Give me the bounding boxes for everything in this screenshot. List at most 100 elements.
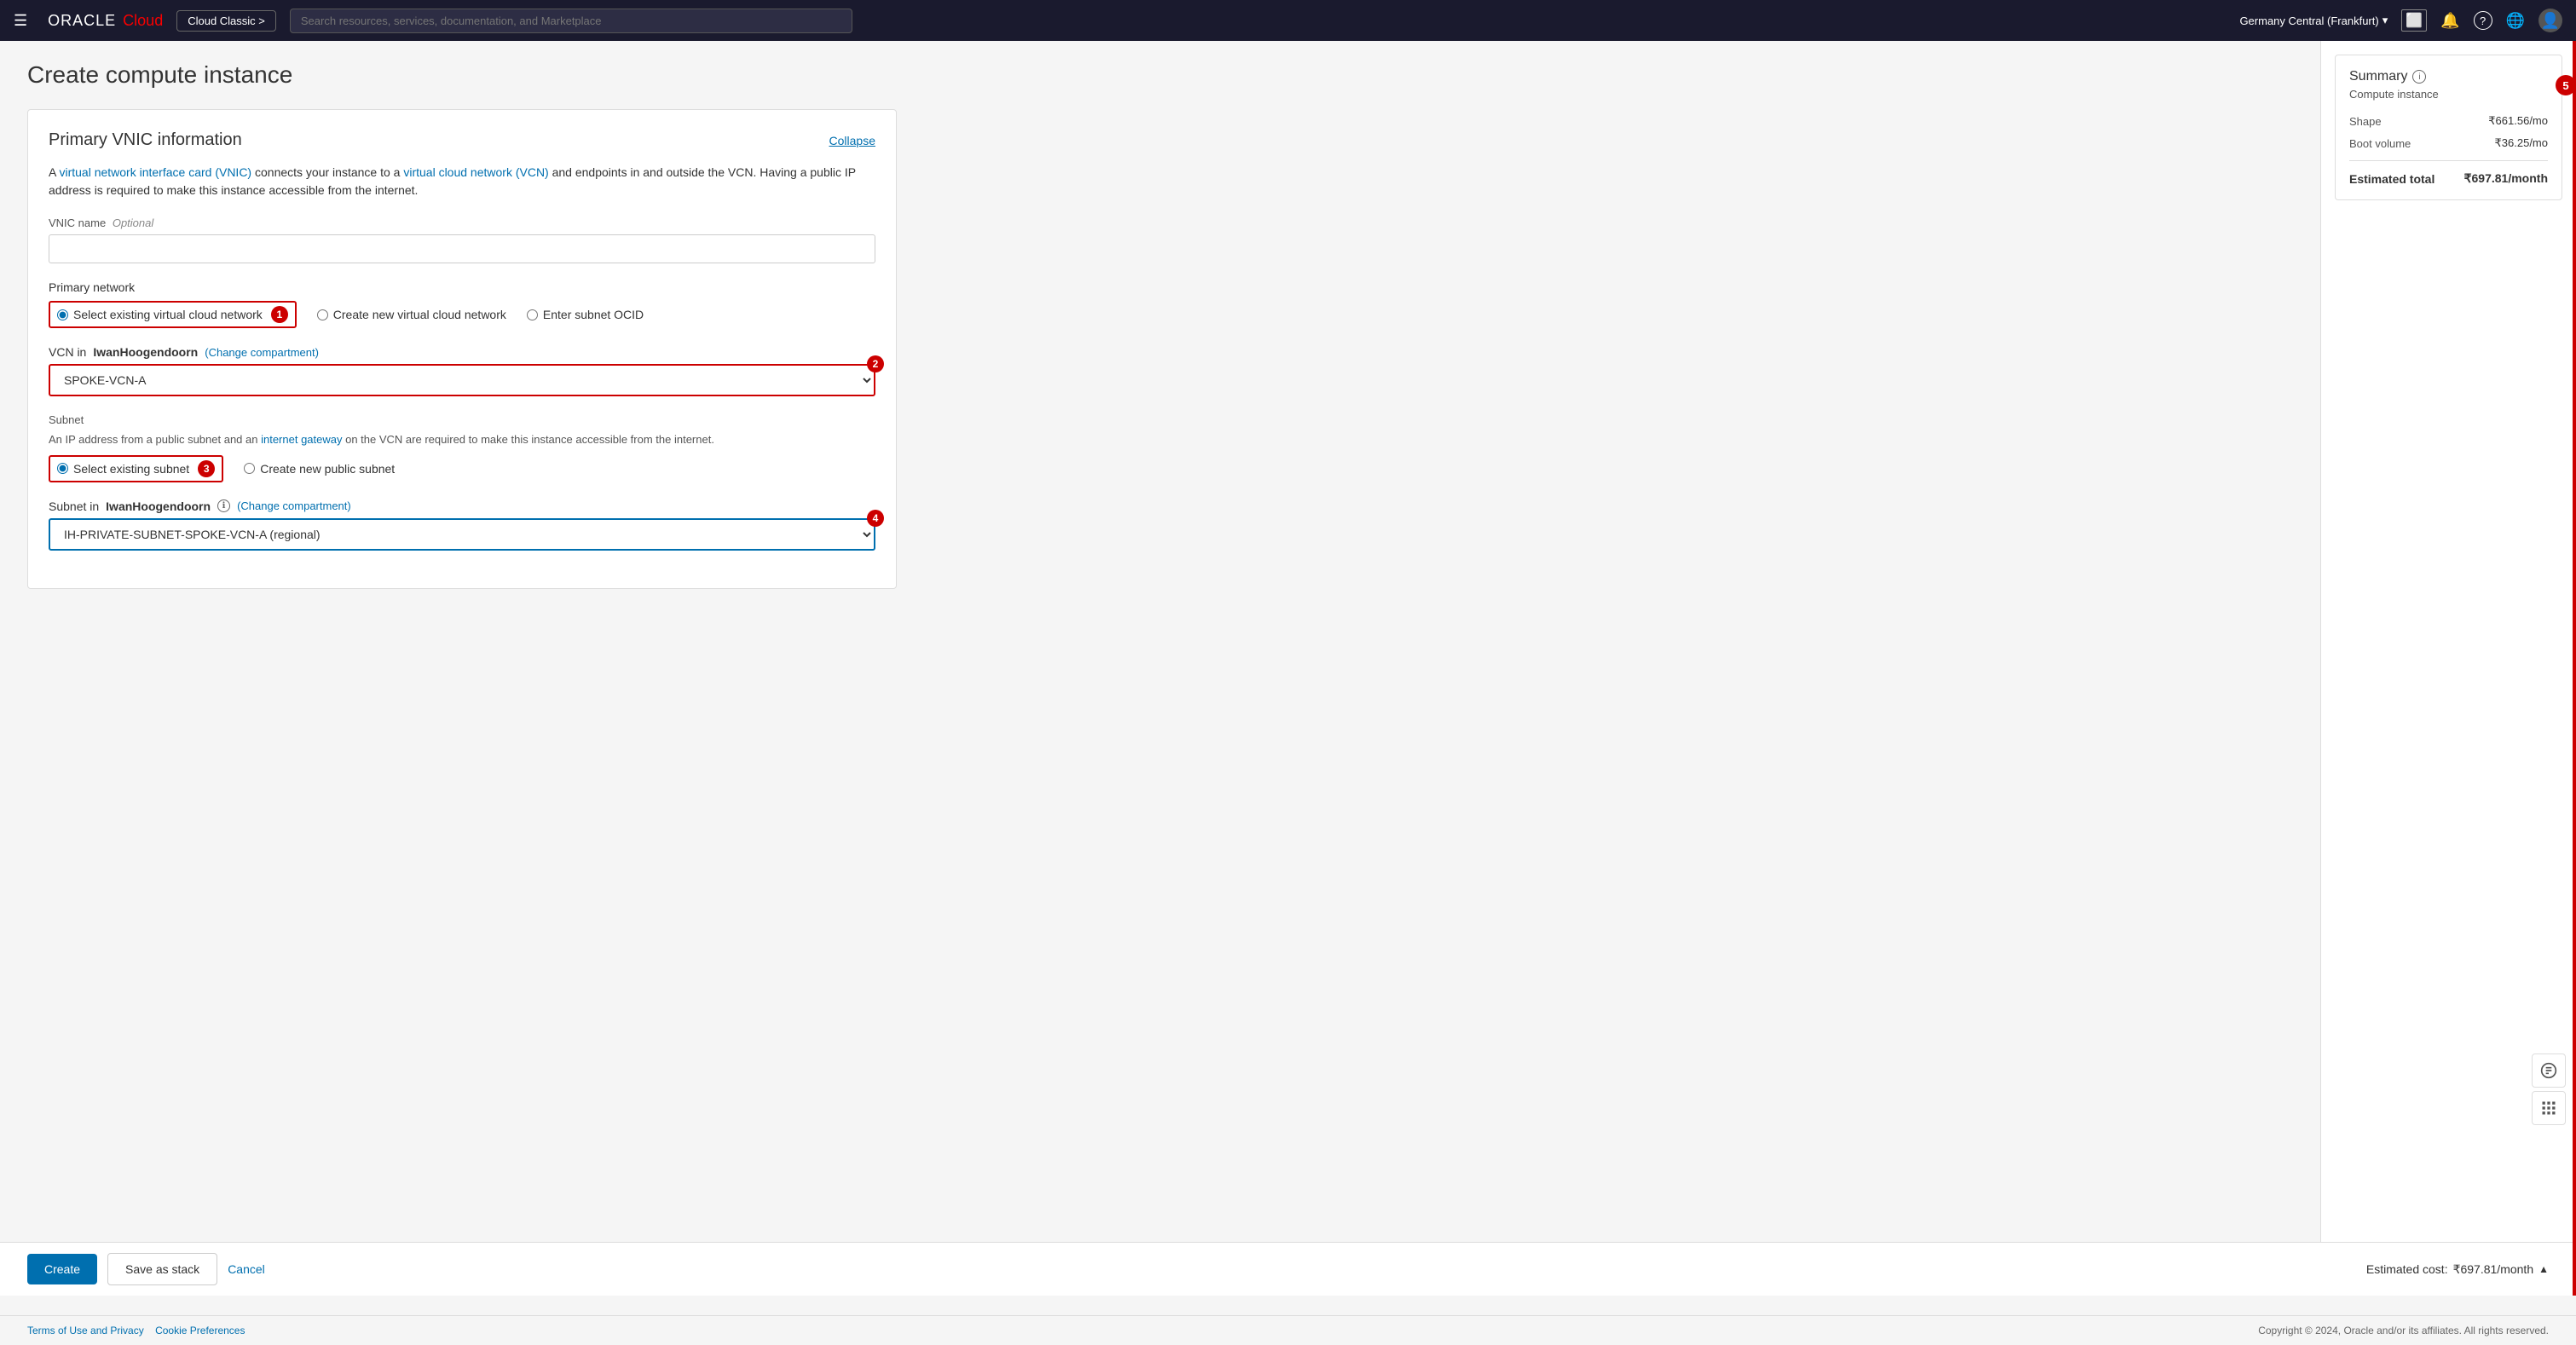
subnet-compartment-label: Subnet in [49,499,99,513]
estimated-cost-display: Estimated cost: ₹697.81/month ▲ [2366,1262,2549,1277]
summary-info-icon[interactable]: i [2412,70,2426,84]
main-wrapper: Create compute instance Primary VNIC inf… [0,41,2576,1261]
select-existing-subnet-label: Select existing subnet [73,462,189,476]
create-new-vcn-radio[interactable] [317,309,328,320]
subnet-info-icon[interactable]: ℹ [217,499,230,512]
summary-total-value: ₹697.81/month [2464,171,2548,186]
primary-network-label-row: Primary network [49,280,875,294]
create-new-public-subnet-label: Create new public subnet [260,462,395,476]
section-header: Primary VNIC information Collapse [49,130,875,150]
float-icon-chat[interactable] [2532,1053,2566,1088]
section-title: Primary VNIC information [49,130,242,150]
vnic-name-label-text: VNIC name [49,216,106,229]
console-icon[interactable]: ⬜ [2401,9,2427,32]
create-new-vcn-label: Create new virtual cloud network [333,308,506,321]
estimated-cost-value: ₹697.81/month [2453,1262,2534,1277]
collapse-link[interactable]: Collapse [829,134,875,147]
create-new-public-subnet-option[interactable]: Create new public subnet [244,462,395,476]
region-selector[interactable]: Germany Central (Frankfurt) ▾ [2239,14,2388,27]
summary-total-row: Estimated total ₹697.81/month [2349,171,2548,186]
cost-chevron-icon[interactable]: ▲ [2538,1263,2549,1275]
float-icon-grid[interactable] [2532,1091,2566,1125]
subnet-compartment-name: IwanHoogendoorn [106,499,211,513]
footer-copyright: Copyright © 2024, Oracle and/or its affi… [2258,1325,2549,1336]
cancel-link[interactable]: Cancel [228,1262,265,1276]
oracle-logo: ORACLE Cloud [48,12,163,30]
step-badge-1: 1 [271,306,288,323]
vcn-link[interactable]: virtual cloud network (VCN) [403,165,548,179]
select-existing-vcn-radio[interactable] [57,309,68,320]
globe-icon[interactable]: 🌐 [2506,12,2525,30]
help-icon[interactable]: ? [2474,11,2492,30]
internet-gateway-link[interactable]: internet gateway [261,433,342,446]
enter-subnet-ocid-radio[interactable] [527,309,538,320]
footer-links: Terms of Use and Privacy Cookie Preferen… [27,1325,245,1336]
float-icons [2532,1053,2566,1125]
enter-subnet-ocid-option[interactable]: Enter subnet OCID [527,308,644,321]
summary-subtitle: Compute instance [2349,88,2548,101]
cloud-classic-button[interactable]: Cloud Classic > [176,10,276,32]
primary-network-group: Primary network Select existing virtual … [49,280,875,328]
oracle-text: ORACLE [48,12,116,30]
cloud-text: Cloud [123,12,163,30]
subnet-group: Subnet An IP address from a public subne… [49,413,875,482]
subnet-desc-part2: on the VCN are required to make this ins… [343,433,714,446]
step-badge-4: 4 [867,510,884,527]
terms-link[interactable]: Terms of Use and Privacy [27,1325,144,1336]
cookie-link[interactable]: Cookie Preferences [155,1325,245,1336]
subnet-select[interactable]: IH-PRIVATE-SUBNET-SPOKE-VCN-A (regional) [49,518,875,551]
summary-boot-volume-label: Boot volume [2349,137,2411,150]
vnic-name-input[interactable] [49,234,875,263]
select-existing-subnet-radio[interactable] [57,463,68,474]
section-description: A virtual network interface card (VNIC) … [49,164,875,199]
subnet-compartment-row: Subnet in IwanHoogendoorn ℹ (Change comp… [49,499,875,513]
summary-inner: Summary i Compute instance Shape ₹661.56… [2335,55,2562,200]
estimated-cost-label: Estimated cost: [2366,1262,2448,1276]
desc-part2: connects your instance to a [251,165,403,179]
region-label: Germany Central (Frankfurt) [2239,14,2378,27]
subnet-description: An IP address from a public subnet and a… [49,431,875,448]
summary-boot-volume-value: ₹36.25/mo [2495,136,2548,150]
summary-divider [2349,160,2548,161]
primary-network-label-text: Primary network [49,280,135,294]
create-new-vcn-option[interactable]: Create new virtual cloud network [317,308,506,321]
vnic-name-group: VNIC name Optional [49,216,875,263]
step-badge-3: 3 [198,460,215,477]
footer: Terms of Use and Privacy Cookie Preferen… [0,1315,2576,1345]
vcn-select[interactable]: SPOKE-VCN-A [49,364,875,396]
step-badge-2: 2 [867,355,884,372]
primary-network-radio-group: Select existing virtual cloud network 1 … [49,301,875,328]
search-input[interactable] [290,9,852,33]
hamburger-menu-icon[interactable]: ☰ [14,12,27,30]
subnet-label: Subnet [49,413,875,426]
vnic-link[interactable]: virtual network interface card (VNIC) [59,165,251,179]
subnet-label-text: Subnet [49,413,84,426]
summary-panel: Summary i Compute instance Shape ₹661.56… [2320,41,2576,1261]
save-as-stack-button[interactable]: Save as stack [107,1253,217,1285]
red-border [2573,41,2576,1296]
summary-total-label: Estimated total [2349,172,2434,186]
create-new-public-subnet-radio[interactable] [244,463,255,474]
bell-icon[interactable]: 🔔 [2440,12,2459,30]
select-existing-vcn-label: Select existing virtual cloud network [73,308,263,321]
subnet-desc-part1: An IP address from a public subnet and a… [49,433,261,446]
summary-title-row: Summary i [2349,69,2548,84]
page-title: Create compute instance [27,61,2293,89]
topbar: ☰ ORACLE Cloud Cloud Classic > Germany C… [0,0,2576,41]
topbar-right: Germany Central (Frankfurt) ▾ ⬜ 🔔 ? 🌐 👤 [2239,9,2562,32]
vcn-change-compartment-link[interactable]: (Change compartment) [205,346,319,359]
select-existing-vcn-option[interactable]: Select existing virtual cloud network 1 [49,301,297,328]
summary-title: Summary [2349,69,2407,84]
subnet-selector-group: Subnet in IwanHoogendoorn ℹ (Change comp… [49,499,875,551]
subnet-change-compartment-link[interactable]: (Change compartment) [237,499,351,512]
subnet-radio-group: Select existing subnet 3 Create new publ… [49,455,875,482]
summary-shape-value: ₹661.56/mo [2488,114,2548,128]
enter-subnet-ocid-label: Enter subnet OCID [543,308,644,321]
vcn-compartment-name: IwanHoogendoorn [93,345,198,359]
user-icon[interactable]: 👤 [2538,9,2562,32]
content-area: Create compute instance Primary VNIC inf… [0,41,2320,1261]
select-existing-subnet-option[interactable]: Select existing subnet 3 [49,455,223,482]
create-button[interactable]: Create [27,1254,97,1284]
vcn-compartment-row: VCN in IwanHoogendoorn (Change compartme… [49,345,875,359]
vnic-name-label: VNIC name Optional [49,216,875,229]
